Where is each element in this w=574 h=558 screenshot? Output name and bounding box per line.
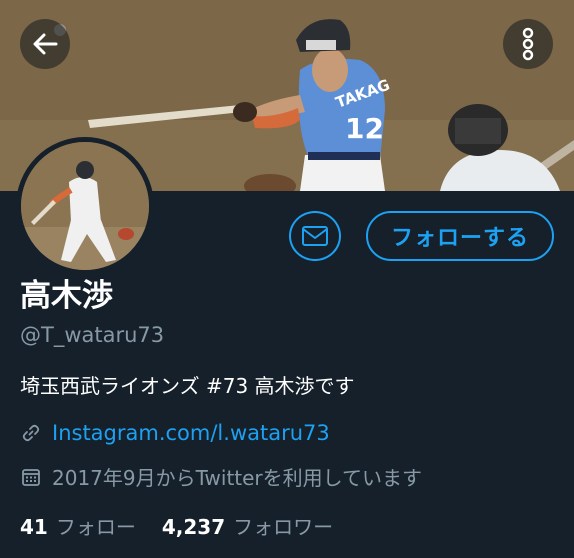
followers-label: フォロワー	[233, 515, 334, 539]
following-stat[interactable]: 41 フォロー	[20, 511, 136, 540]
jersey-number: 12	[345, 112, 384, 145]
more-vertical-icon	[522, 27, 534, 61]
calendar-icon	[20, 466, 42, 488]
user-handle: @T_wataru73	[20, 323, 165, 347]
mail-icon	[302, 226, 328, 246]
following-count: 41	[20, 515, 48, 539]
followers-stat[interactable]: 4,237 フォロワー	[162, 511, 333, 540]
profile-avatar[interactable]	[16, 137, 154, 275]
profile-link[interactable]: Instagram.com/l.wataru73	[52, 421, 330, 445]
followers-count: 4,237	[161, 515, 226, 539]
profile-link-row: Instagram.com/l.wataru73	[20, 421, 330, 445]
following-label: フォロー	[55, 515, 136, 539]
back-button[interactable]	[20, 19, 70, 69]
avatar-photo	[21, 142, 149, 270]
message-button[interactable]	[289, 211, 341, 261]
joined-date-row: 2017年9月からTwitterを利用しています	[20, 462, 422, 491]
arrow-left-icon	[33, 33, 58, 55]
profile-bio: 埼玉西武ライオンズ #73 高木渉です	[20, 374, 355, 398]
joined-date: 2017年9月からTwitterを利用しています	[52, 466, 423, 490]
more-options-button[interactable]	[503, 19, 553, 69]
link-icon	[20, 422, 42, 444]
follow-button[interactable]: フォローする	[366, 211, 554, 261]
display-name: 高木渉	[20, 278, 113, 314]
follow-stats: 41 フォロー 4,237 フォロワー	[20, 511, 333, 540]
